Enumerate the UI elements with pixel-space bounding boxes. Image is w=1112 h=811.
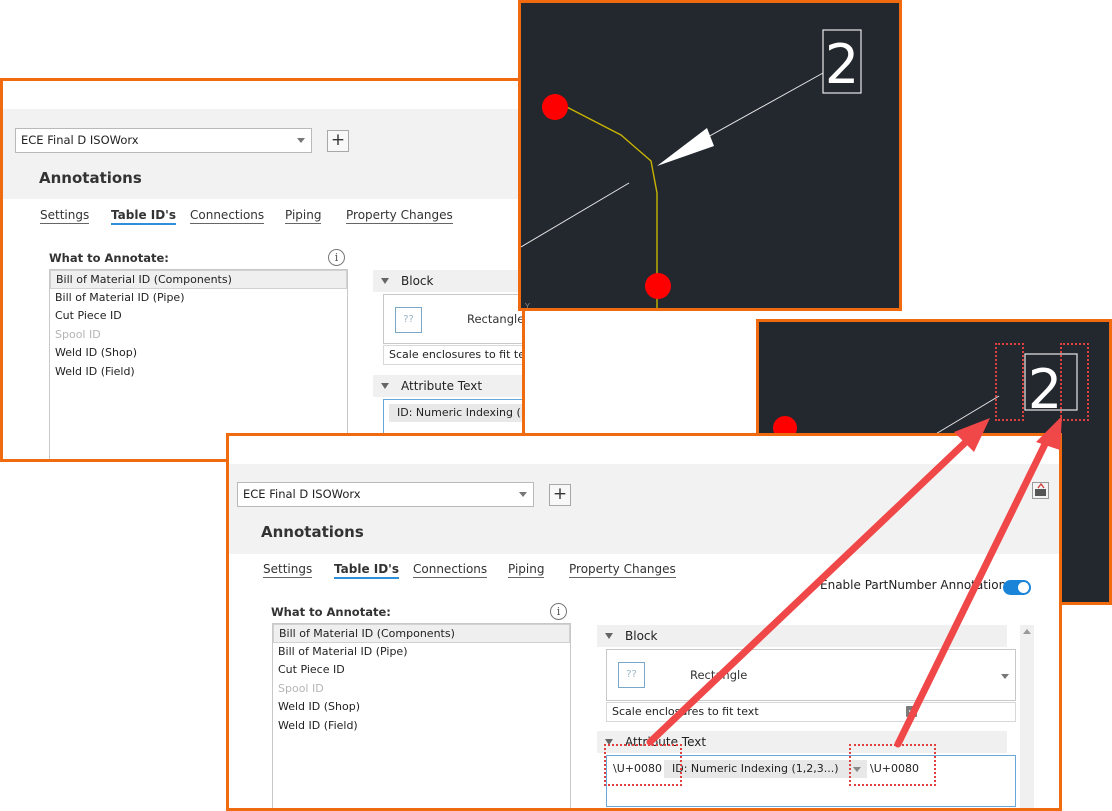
annotation-arrows <box>646 416 1062 748</box>
arrow-head-icon <box>1036 416 1062 450</box>
